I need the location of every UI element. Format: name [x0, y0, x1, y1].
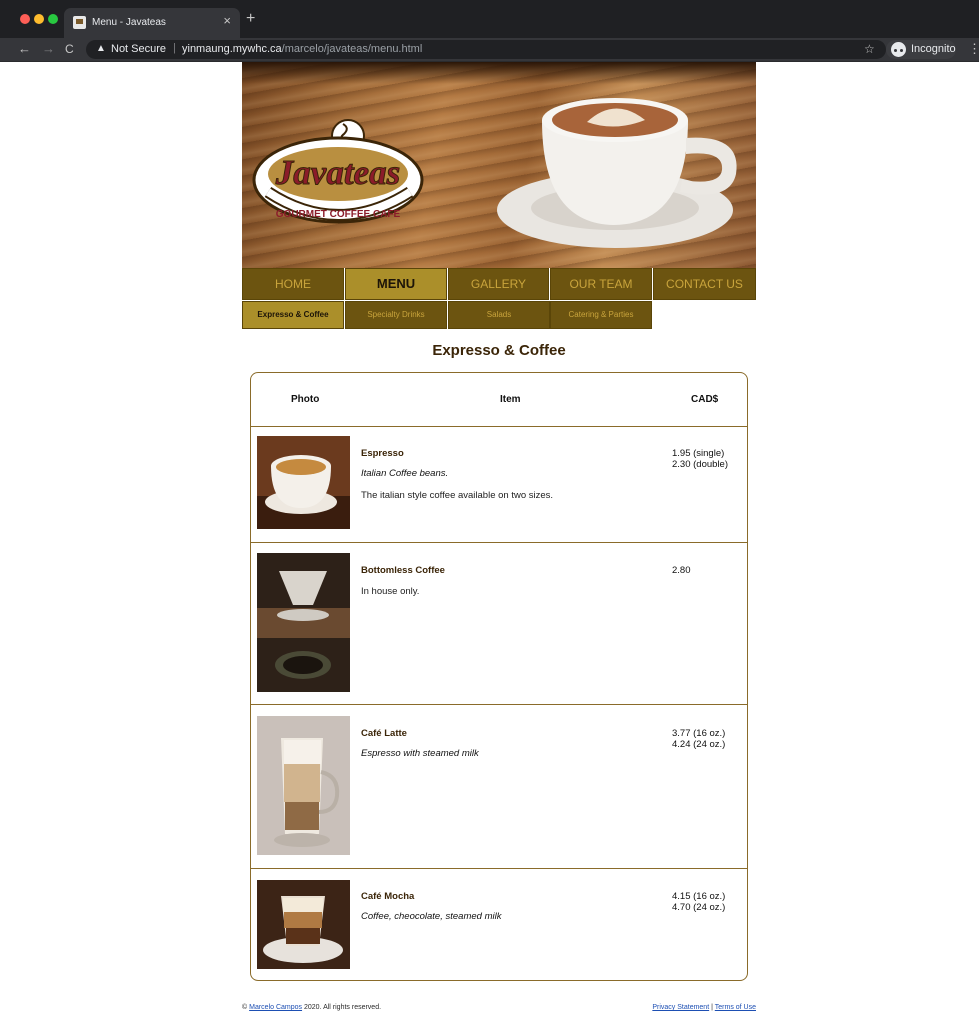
- item-name: Café Mocha: [361, 891, 415, 902]
- address-bar[interactable]: ▲ Not Secure | yinmaung.mywhc.ca/marcelo…: [86, 40, 886, 59]
- photo-crema: [276, 459, 326, 475]
- back-arrow-icon[interactable]: ←: [18, 41, 31, 57]
- subnav-salads[interactable]: Salads: [448, 301, 550, 329]
- item-description: Italian Coffee beans.: [361, 468, 449, 479]
- terms-link[interactable]: Terms of Use: [715, 1004, 756, 1011]
- nav-gallery[interactable]: GALLERY: [448, 268, 549, 300]
- reload-icon[interactable]: C: [65, 41, 74, 57]
- row-divider: [251, 542, 747, 543]
- page-container: Javateas GOURMET COFFEE CAFE HOME MENU G…: [242, 62, 756, 1036]
- photo-saucer: [274, 833, 330, 847]
- price-24oz: 4.24 (24 oz.): [672, 739, 726, 750]
- row-divider: [251, 704, 747, 705]
- forward-arrow-icon[interactable]: →: [42, 41, 55, 57]
- column-header-photo: Photo: [291, 394, 320, 405]
- price-24oz: 4.70 (24 oz.): [672, 902, 726, 913]
- incognito-profile-button[interactable]: Incognito: [886, 40, 956, 59]
- item-description: Coffee, cheocolate, steamed milk: [361, 911, 502, 922]
- browser-tab[interactable]: Menu - Javateas ×: [64, 8, 240, 38]
- page-title: Expresso & Coffee: [432, 342, 566, 359]
- item-note: The italian style coffee available on tw…: [361, 490, 554, 501]
- item-name: Bottomless Coffee: [361, 565, 445, 576]
- espresso-photo: [257, 436, 350, 529]
- bottomless-coffee-photo: [257, 553, 350, 692]
- incognito-label: Incognito: [911, 43, 956, 55]
- photo-coffee: [283, 656, 323, 674]
- favicon-icon: [73, 16, 86, 29]
- item-price: 3.77 (16 oz.) 4.24 (24 oz.): [672, 728, 725, 750]
- footer-divider: |: [711, 1004, 713, 1011]
- window-minimize-control[interactable]: [34, 14, 44, 24]
- item-price: 2.80: [672, 565, 691, 576]
- item-price: 4.15 (16 oz.) 4.70 (24 oz.): [672, 891, 725, 913]
- footer-links: Privacy Statement | Terms of Use: [652, 1004, 756, 1011]
- cup-handle-shape: [680, 137, 737, 195]
- javateas-logo: Javateas GOURMET COFFEE CAFE: [252, 119, 424, 224]
- menu-table: Photo Item CAD$ Espresso Italian Coffee …: [250, 372, 748, 981]
- window-close-control[interactable]: [20, 14, 30, 24]
- nav-menu[interactable]: MENU: [345, 268, 447, 300]
- item-description: Espresso with steamed milk: [361, 748, 479, 759]
- photo-latte-layer: [284, 764, 320, 802]
- price-double: 2.30 (double): [672, 459, 728, 470]
- logo-tagline: GOURMET COFFEE CAFE: [276, 209, 401, 220]
- warning-triangle-icon[interactable]: ▲: [96, 43, 106, 54]
- nav-home[interactable]: HOME: [242, 268, 344, 300]
- photo-chocolate-layer: [286, 928, 320, 944]
- column-header-item: Item: [500, 394, 521, 405]
- subnav-specialty-drinks[interactable]: Specialty Drinks: [345, 301, 447, 329]
- bookmark-star-icon[interactable]: ☆: [864, 42, 875, 56]
- nav-our-team[interactable]: OUR TEAM: [550, 268, 652, 300]
- url-text[interactable]: yinmaung.mywhc.ca/marcelo/javateas/menu.…: [182, 43, 422, 55]
- photo-foam: [284, 740, 321, 764]
- privacy-link[interactable]: Privacy Statement: [652, 1004, 709, 1011]
- item-price: 1.95 (single) 2.30 (double): [672, 448, 728, 470]
- new-tab-icon[interactable]: +: [246, 11, 255, 27]
- main-nav: HOME MENU GALLERY OUR TEAM CONTACT US: [242, 268, 756, 300]
- cafe-mocha-photo: [257, 880, 350, 969]
- window-zoom-control[interactable]: [48, 14, 58, 24]
- header-divider: [251, 426, 747, 427]
- browser-tab-strip: Menu - Javateas × +: [0, 0, 979, 38]
- author-link[interactable]: Marcelo Campos: [249, 1004, 302, 1011]
- item-name: Café Latte: [361, 728, 407, 739]
- sub-nav: Expresso & Coffee Specialty Drinks Salad…: [242, 301, 652, 329]
- banner-artwork: Javateas GOURMET COFFEE CAFE: [252, 98, 737, 248]
- item-note: In house only.: [361, 586, 420, 597]
- subnav-catering-parties[interactable]: Catering & Parties: [550, 301, 652, 329]
- photo-cream: [283, 898, 323, 912]
- price-16oz: 4.15 (16 oz.): [672, 891, 726, 902]
- row-divider: [251, 868, 747, 869]
- footer-copyright: © Marcelo Campos 2020. All rights reserv…: [242, 1004, 381, 1011]
- photo-coffee-layer: [284, 912, 322, 928]
- logo-wordmark: Javateas: [275, 153, 400, 192]
- url-path: /marcelo/javateas/menu.html: [281, 43, 423, 55]
- copyright-text: 2020. All rights reserved.: [304, 1004, 382, 1011]
- incognito-icon: [891, 42, 906, 57]
- security-label[interactable]: Not Secure: [111, 43, 166, 55]
- item-name: Espresso: [361, 448, 404, 459]
- price-16oz: 3.77 (16 oz.): [672, 728, 726, 739]
- url-separator: |: [173, 42, 176, 54]
- hero-banner: Javateas GOURMET COFFEE CAFE: [242, 62, 756, 268]
- browser-menu-icon[interactable]: ⋮: [968, 41, 979, 56]
- copyright-symbol: ©: [242, 1004, 248, 1011]
- cafe-latte-photo: [257, 716, 350, 855]
- subnav-expresso-coffee[interactable]: Expresso & Coffee: [242, 301, 344, 329]
- price-single: 2.80: [672, 565, 691, 576]
- tab-title: Menu - Javateas: [92, 17, 166, 28]
- tab-close-icon[interactable]: ×: [223, 14, 231, 28]
- photo-carafe-top: [277, 609, 329, 621]
- nav-contact-us[interactable]: CONTACT US: [653, 268, 756, 300]
- url-host: yinmaung.mywhc.ca: [182, 43, 282, 55]
- column-header-price: CAD$: [691, 394, 719, 405]
- price-single: 1.95 (single): [672, 448, 725, 459]
- photo-espresso-layer: [285, 802, 319, 830]
